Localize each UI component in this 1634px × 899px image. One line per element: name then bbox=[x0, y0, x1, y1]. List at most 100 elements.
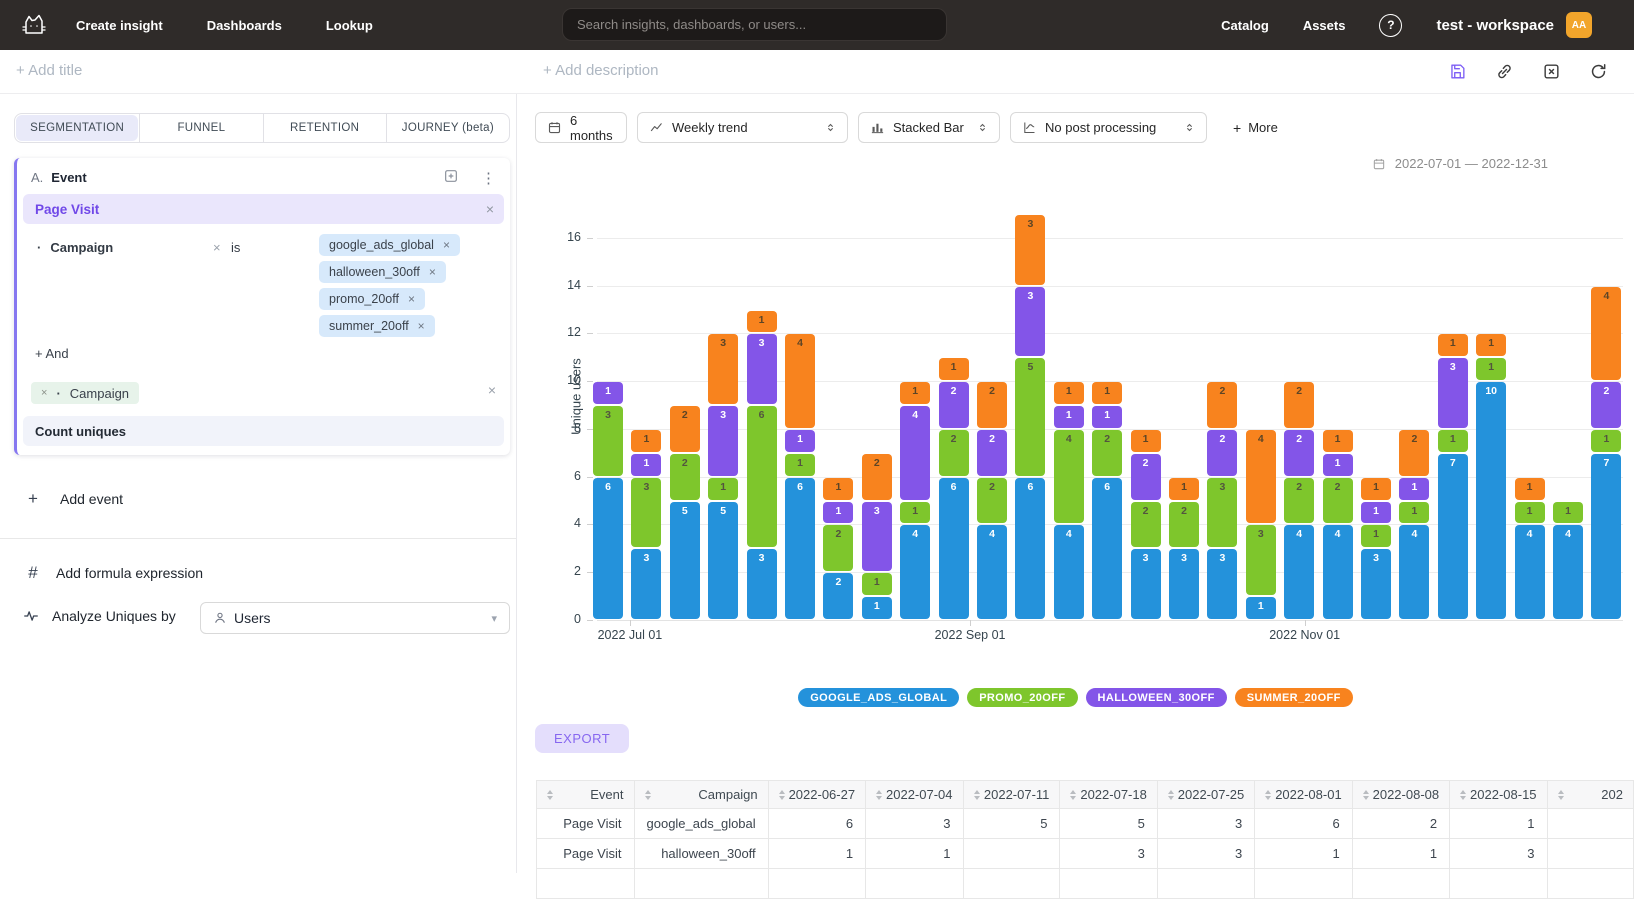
remove-filter-icon[interactable]: × bbox=[213, 240, 221, 255]
bar-segment-promo_20off[interactable]: 2 bbox=[1323, 478, 1353, 524]
bar-segment-promo_20off[interactable]: 1 bbox=[1515, 502, 1545, 524]
sort-icon[interactable] bbox=[1558, 790, 1564, 800]
bar-segment-google_ads_global[interactable]: 7 bbox=[1591, 454, 1621, 619]
bar-segment-google_ads_global[interactable]: 6 bbox=[1015, 478, 1045, 619]
sort-icon[interactable] bbox=[1168, 790, 1174, 800]
bar-segment-google_ads_global[interactable]: 4 bbox=[1399, 525, 1429, 619]
save-icon[interactable] bbox=[1447, 61, 1467, 81]
bar-segment-google_ads_global[interactable]: 10 bbox=[1476, 382, 1506, 619]
filter-value-tag[interactable]: promo_20off× bbox=[319, 288, 425, 310]
bar-segment-promo_20off[interactable]: 3 bbox=[593, 406, 623, 476]
remove-value-icon[interactable]: × bbox=[408, 292, 415, 306]
bar-segment-halloween_30off[interactable]: 2 bbox=[977, 430, 1007, 476]
bar-segment-summer_20off[interactable]: 1 bbox=[1438, 334, 1468, 356]
bar-segment-promo_20off[interactable]: 1 bbox=[1591, 430, 1621, 452]
bar-segment-halloween_30off[interactable]: 1 bbox=[785, 430, 815, 452]
remove-breakdown-icon[interactable]: × bbox=[41, 387, 47, 399]
bar-segment-halloween_30off[interactable]: 1 bbox=[1092, 406, 1122, 428]
nav-item-lookup[interactable]: Lookup bbox=[326, 18, 373, 33]
bar-segment-google_ads_global[interactable]: 5 bbox=[708, 502, 738, 619]
bar-segment-summer_20off[interactable]: 1 bbox=[747, 311, 777, 333]
export-button[interactable]: EXPORT bbox=[535, 724, 629, 753]
aggregation-selector[interactable]: Count uniques bbox=[23, 416, 504, 446]
sort-icon[interactable] bbox=[1070, 790, 1076, 800]
bar-segment-promo_20off[interactable]: 2 bbox=[1169, 502, 1199, 548]
bar-segment-halloween_30off[interactable]: 1 bbox=[1399, 478, 1429, 500]
bar-segment-promo_20off[interactable]: 2 bbox=[1284, 478, 1314, 524]
bar-segment-promo_20off[interactable]: 4 bbox=[1054, 430, 1084, 524]
filter-operator[interactable]: is bbox=[231, 240, 240, 255]
bar-segment-promo_20off[interactable]: 1 bbox=[1438, 430, 1468, 452]
sort-icon[interactable] bbox=[1460, 790, 1466, 800]
bar-segment-halloween_30off[interactable]: 2 bbox=[1591, 382, 1621, 428]
remove-breakdown-row-icon[interactable]: × bbox=[488, 382, 496, 398]
bar-segment-promo_20off[interactable]: 1 bbox=[1476, 358, 1506, 380]
bar-segment-summer_20off[interactable]: 2 bbox=[977, 382, 1007, 428]
bar-segment-google_ads_global[interactable]: 7 bbox=[1438, 454, 1468, 619]
bar-segment-halloween_30off[interactable]: 1 bbox=[593, 382, 623, 404]
filter-property-row[interactable]: · Campaign bbox=[37, 240, 113, 255]
remove-value-icon[interactable]: × bbox=[429, 265, 436, 279]
bar-segment-promo_20off[interactable]: 1 bbox=[862, 573, 892, 595]
bar-segment-summer_20off[interactable]: 4 bbox=[1591, 287, 1621, 381]
nav-item-catalog[interactable]: Catalog bbox=[1221, 18, 1269, 33]
legend-item-promo_20off[interactable]: PROMO_20OFF bbox=[967, 688, 1077, 707]
bar-segment-google_ads_global[interactable]: 4 bbox=[1054, 525, 1084, 619]
bar-segment-halloween_30off[interactable]: 1 bbox=[823, 502, 853, 524]
kebab-menu-icon[interactable]: ⋮ bbox=[481, 171, 496, 186]
add-formula-button[interactable]: # Add formula expression bbox=[24, 563, 203, 583]
copy-link-icon[interactable] bbox=[1494, 61, 1514, 81]
bar-segment-google_ads_global[interactable]: 4 bbox=[977, 525, 1007, 619]
bar-segment-google_ads_global[interactable]: 4 bbox=[1515, 525, 1545, 619]
bar-segment-google_ads_global[interactable]: 1 bbox=[1246, 597, 1276, 619]
bar-segment-halloween_30off[interactable]: 2 bbox=[1131, 454, 1161, 500]
sort-icon[interactable] bbox=[1265, 790, 1271, 800]
add-description-placeholder[interactable]: + Add description bbox=[543, 62, 659, 79]
bar-segment-summer_20off[interactable]: 2 bbox=[862, 454, 892, 500]
remove-value-icon[interactable]: × bbox=[418, 319, 425, 333]
bar-segment-summer_20off[interactable]: 4 bbox=[1246, 430, 1276, 524]
sort-icon[interactable] bbox=[876, 790, 882, 800]
bar-segment-summer_20off[interactable]: 1 bbox=[1169, 478, 1199, 500]
bar-segment-promo_20off[interactable]: 2 bbox=[1092, 430, 1122, 476]
bar-segment-summer_20off[interactable]: 1 bbox=[1092, 382, 1122, 404]
bar-segment-google_ads_global[interactable]: 3 bbox=[631, 549, 661, 619]
bar-segment-halloween_30off[interactable]: 1 bbox=[1054, 406, 1084, 428]
bar-segment-halloween_30off[interactable]: 1 bbox=[1361, 502, 1391, 524]
bar-segment-promo_20off[interactable]: 3 bbox=[1246, 525, 1276, 595]
nav-item-create-insight[interactable]: Create insight bbox=[76, 18, 163, 33]
help-icon[interactable]: ? bbox=[1379, 14, 1402, 37]
bar-segment-google_ads_global[interactable]: 6 bbox=[939, 478, 969, 619]
bar-segment-halloween_30off[interactable]: 2 bbox=[1207, 430, 1237, 476]
bar-segment-promo_20off[interactable]: 5 bbox=[1015, 358, 1045, 475]
nav-item-dashboards[interactable]: Dashboards bbox=[207, 18, 282, 33]
remove-event-icon[interactable]: × bbox=[486, 201, 494, 217]
bar-segment-promo_20off[interactable]: 2 bbox=[939, 430, 969, 476]
add-title-placeholder[interactable]: + Add title bbox=[16, 62, 82, 79]
filter-value-tag[interactable]: google_ads_global× bbox=[319, 234, 460, 256]
bar-segment-halloween_30off[interactable]: 1 bbox=[631, 454, 661, 476]
legend-item-summer_20off[interactable]: SUMMER_20OFF bbox=[1235, 688, 1353, 707]
bar-segment-google_ads_global[interactable]: 4 bbox=[900, 525, 930, 619]
bar-segment-summer_20off[interactable]: 3 bbox=[708, 334, 738, 404]
bar-segment-summer_20off[interactable]: 1 bbox=[1515, 478, 1545, 500]
bar-segment-halloween_30off[interactable]: 1 bbox=[1323, 454, 1353, 476]
bar-segment-promo_20off[interactable]: 1 bbox=[1399, 502, 1429, 524]
nav-item-assets[interactable]: Assets bbox=[1303, 18, 1346, 33]
sort-icon[interactable] bbox=[1363, 790, 1369, 800]
tab-journey-beta-[interactable]: JOURNEY (beta) bbox=[386, 114, 509, 142]
event-selector[interactable]: Page Visit × bbox=[23, 194, 504, 224]
avatar[interactable]: AA bbox=[1566, 12, 1592, 38]
bar-segment-promo_20off[interactable]: 6 bbox=[747, 406, 777, 547]
breakdown-pill[interactable]: × · Campaign bbox=[31, 382, 139, 404]
bar-segment-summer_20off[interactable]: 1 bbox=[823, 478, 853, 500]
bar-segment-promo_20off[interactable]: 1 bbox=[1553, 502, 1583, 524]
add-event-button[interactable]: + Add event bbox=[24, 489, 123, 509]
tab-funnel[interactable]: FUNNEL bbox=[139, 114, 262, 142]
bar-segment-google_ads_global[interactable]: 3 bbox=[1361, 549, 1391, 619]
bar-segment-google_ads_global[interactable]: 2 bbox=[823, 573, 853, 619]
bar-segment-summer_20off[interactable]: 2 bbox=[1399, 430, 1429, 476]
bar-segment-summer_20off[interactable]: 1 bbox=[939, 358, 969, 380]
app-logo-cat-icon[interactable] bbox=[20, 11, 48, 39]
bar-segment-halloween_30off[interactable]: 3 bbox=[862, 502, 892, 572]
